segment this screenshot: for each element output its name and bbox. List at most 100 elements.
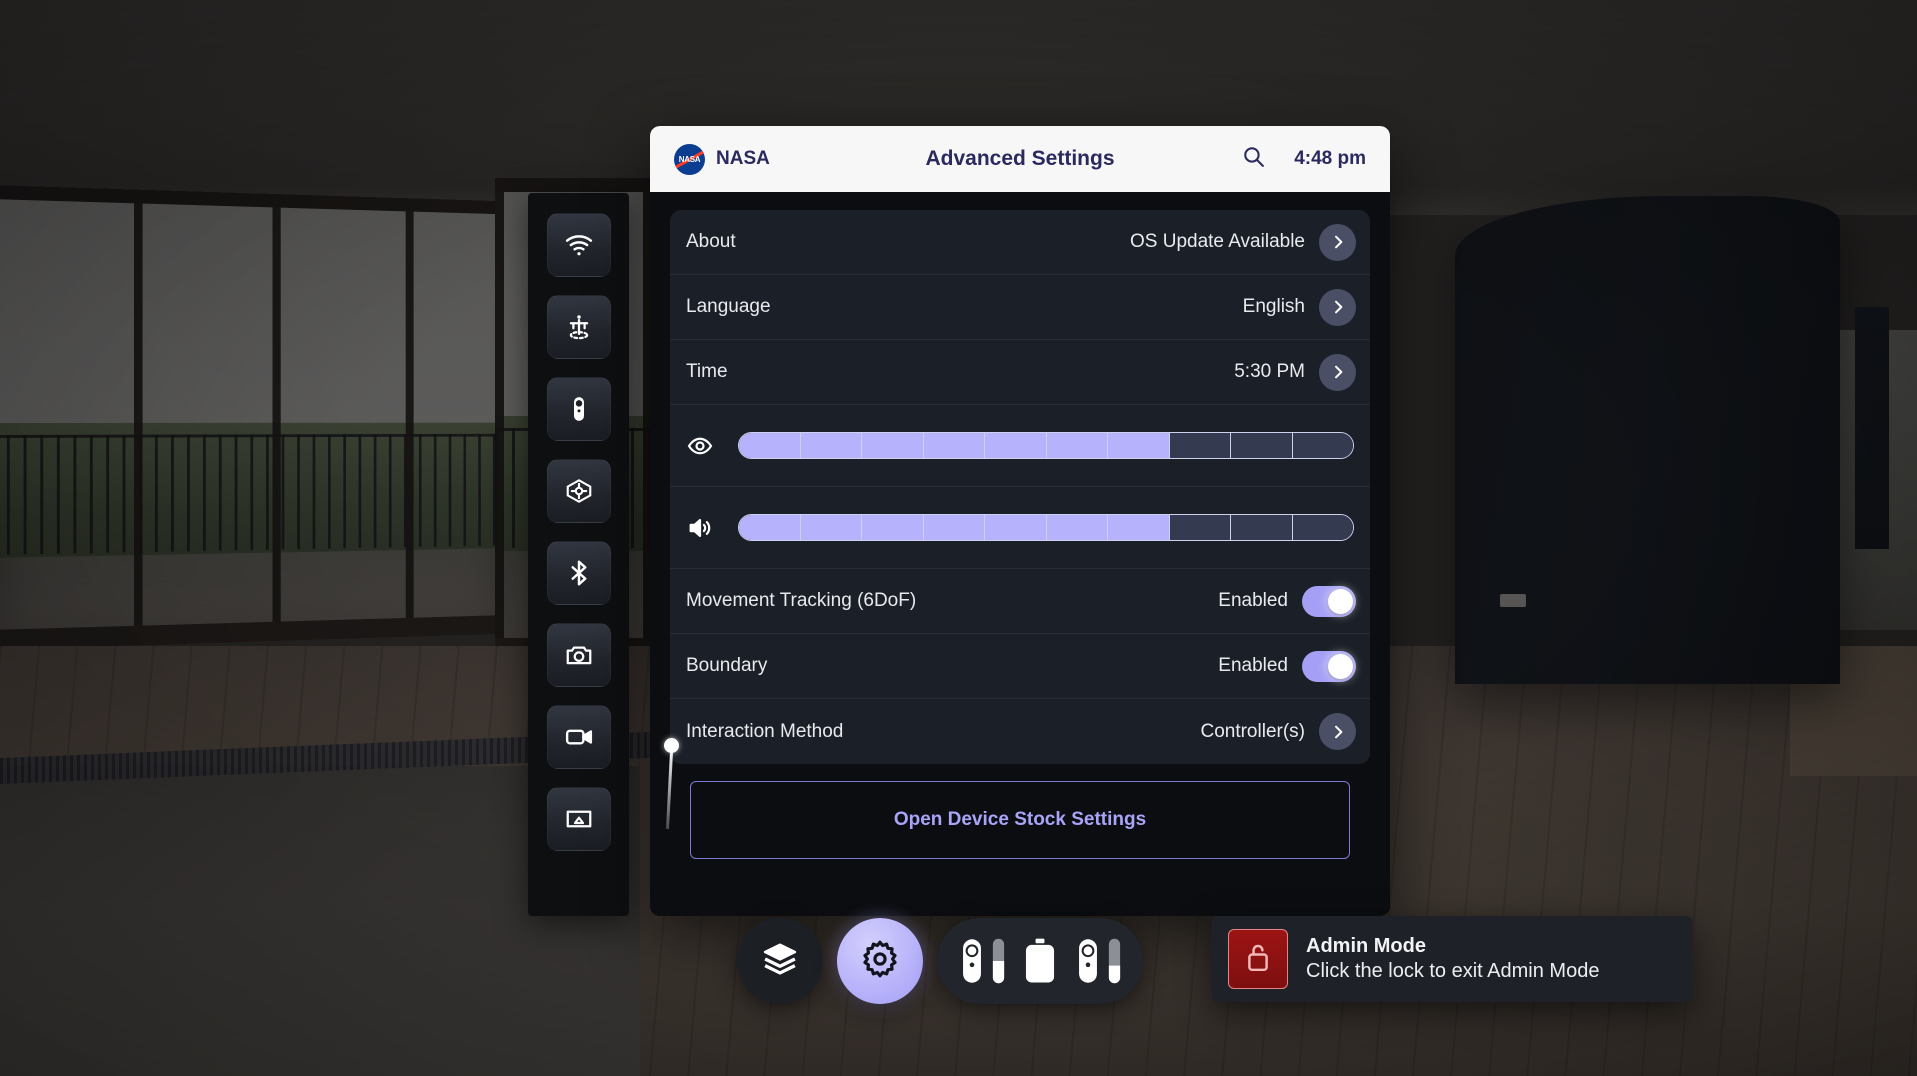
row-right: Controller(s) — [1200, 713, 1356, 750]
tool-button-controller[interactable] — [546, 377, 611, 441]
settings-row-volume — [670, 487, 1370, 569]
unlocked-padlock-icon — [1243, 941, 1273, 978]
chevron-right-icon[interactable] — [1319, 223, 1356, 261]
slider-segment[interactable] — [1108, 433, 1170, 458]
search-icon[interactable] — [1241, 144, 1266, 174]
slider-segment[interactable] — [862, 433, 924, 458]
row-value: Enabled — [1218, 590, 1288, 611]
panel-header: NASA NASA Advanced Settings 4:48 pm — [650, 126, 1390, 192]
row-label: Time — [686, 361, 728, 382]
slider-segment[interactable] — [1169, 433, 1231, 458]
settings-row-movement-tracking[interactable]: Movement Tracking (6DoF) Enabled — [670, 569, 1370, 634]
chevron-right-icon[interactable] — [1319, 353, 1356, 391]
battery-level-bar — [992, 938, 1005, 984]
tool-button-record-video[interactable] — [546, 705, 611, 769]
slider-segment[interactable] — [985, 515, 1047, 540]
row-right: Enabled — [1218, 585, 1356, 617]
slider-segment[interactable] — [923, 433, 985, 458]
clock-display: 4:48 pm — [1294, 148, 1366, 169]
cast-icon — [564, 804, 594, 834]
button-label: Open Device Stock Settings — [893, 809, 1147, 830]
row-value: OS Update Available — [1130, 231, 1305, 252]
slider-segment[interactable] — [1046, 433, 1108, 458]
volume-slider[interactable] — [738, 514, 1354, 541]
movement-tracking-toggle[interactable] — [1302, 585, 1356, 617]
row-right: OS Update Available — [1130, 223, 1356, 261]
chevron-right-icon[interactable] — [1319, 288, 1356, 326]
window-mullions — [0, 185, 507, 650]
video-camera-icon — [564, 722, 594, 752]
height-calibration-icon — [564, 312, 594, 342]
settings-row-time[interactable]: Time 5:30 PM — [670, 340, 1370, 405]
brightness-eye-icon — [686, 432, 730, 460]
gear-icon — [859, 938, 901, 985]
battery-status-group — [937, 918, 1143, 1004]
slider-segment[interactable] — [800, 433, 862, 458]
slider-segment[interactable] — [985, 433, 1047, 458]
admin-mode-texts: Admin Mode Click the lock to exit Admin … — [1306, 935, 1599, 983]
bluetooth-icon — [564, 558, 594, 588]
open-device-stock-settings-button[interactable]: Open Device Stock Settings — [690, 781, 1350, 859]
headset-battery-icon[interactable] — [1023, 938, 1057, 984]
nasa-logo-text: NASA — [678, 154, 701, 164]
slider-segment[interactable] — [1046, 515, 1108, 540]
battery-level-bar — [1108, 938, 1121, 984]
boundary-toggle[interactable] — [1302, 650, 1356, 682]
dark-column-right — [1855, 307, 1889, 549]
recenter-icon — [564, 476, 594, 506]
wifi-icon — [564, 230, 594, 260]
slider-segment[interactable] — [1108, 515, 1170, 540]
window-wall-left — [0, 185, 507, 650]
admin-mode-subtitle: Click the lock to exit Admin Mode — [1306, 960, 1600, 982]
chevron-right-icon[interactable] — [1319, 713, 1356, 750]
volume-icon — [686, 514, 730, 542]
settings-row-language[interactable]: Language English — [670, 275, 1370, 340]
slider-segment[interactable] — [739, 433, 801, 458]
admin-mode-lock-button[interactable] — [1228, 929, 1288, 989]
row-value: Enabled — [1218, 655, 1288, 676]
controller-icon — [564, 394, 594, 424]
admin-mode-notification: Admin Mode Click the lock to exit Admin … — [1212, 916, 1692, 1002]
row-value: Controller(s) — [1200, 720, 1305, 742]
tool-button-wifi[interactable] — [546, 213, 611, 277]
slider-segment[interactable] — [923, 515, 985, 540]
dark-curved-pillar — [1455, 196, 1840, 684]
tool-button-cast[interactable] — [546, 787, 611, 851]
tool-button-screenshot[interactable] — [546, 623, 611, 687]
left-controller-battery[interactable] — [959, 938, 1005, 984]
settings-list: About OS Update Available Language Engli… — [670, 210, 1370, 764]
row-label: Boundary — [686, 655, 768, 676]
right-controller-battery[interactable] — [1075, 938, 1121, 984]
settings-row-about[interactable]: About OS Update Available — [670, 210, 1370, 275]
bottom-dock — [737, 918, 1143, 1004]
slider-segment[interactable] — [739, 515, 801, 540]
brand-name: NASA — [716, 148, 770, 169]
wall-socket — [1500, 594, 1526, 607]
tool-button-recenter[interactable] — [546, 459, 611, 523]
slider-segment[interactable] — [1231, 515, 1293, 540]
dock-button-settings[interactable] — [837, 918, 923, 1004]
controller-icon — [963, 939, 981, 983]
slider-segment[interactable] — [800, 515, 862, 540]
tool-button-bluetooth[interactable] — [546, 541, 611, 605]
vr-pointer-cursor — [664, 738, 679, 753]
row-right: 5:30 PM — [1234, 353, 1356, 391]
slider-segment[interactable] — [862, 515, 924, 540]
slider-segment[interactable] — [1231, 433, 1293, 458]
slider-segment[interactable] — [1292, 515, 1353, 540]
settings-row-brightness — [670, 405, 1370, 487]
settings-row-boundary[interactable]: Boundary Enabled — [670, 634, 1370, 699]
slider-segment[interactable] — [1292, 433, 1353, 458]
dock-button-layers[interactable] — [737, 918, 823, 1004]
settings-row-interaction-method[interactable]: Interaction Method Controller(s) — [670, 699, 1370, 764]
layers-icon — [761, 940, 799, 983]
brightness-slider[interactable] — [738, 432, 1354, 459]
panel-body: About OS Update Available Language Engli… — [650, 192, 1390, 859]
row-right: English — [1243, 288, 1356, 326]
tool-button-height-calibration[interactable] — [546, 295, 611, 359]
row-label: Interaction Method — [686, 720, 844, 742]
advanced-settings-panel: NASA NASA Advanced Settings 4:48 pm Abou… — [650, 126, 1390, 916]
row-value: 5:30 PM — [1234, 361, 1305, 382]
brand-lockup: NASA NASA — [674, 143, 770, 175]
slider-segment[interactable] — [1169, 515, 1231, 540]
